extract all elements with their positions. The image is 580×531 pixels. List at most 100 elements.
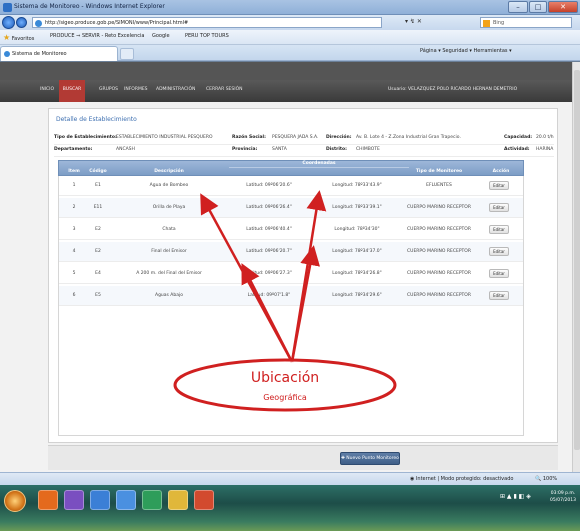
razon-value: PESQUERA JADA S.A. <box>272 135 319 140</box>
tipo-label: Tipo de Establecimiento: <box>54 135 117 140</box>
taskbar-explorer-icon[interactable] <box>168 490 188 510</box>
star-icon: ★ <box>3 33 11 42</box>
cell-tipo: EFLUENTES <box>426 183 452 188</box>
prov-value: SANTA <box>272 147 287 152</box>
table-row: 6 E5 Aguas Abajo Latitud: 09º07'1.8" Lon… <box>59 286 523 306</box>
tray-clock[interactable]: 03:09 p.m. 05/07/2013 <box>548 490 578 504</box>
favorite-link-google[interactable]: Google <box>152 33 170 39</box>
start-button[interactable] <box>4 490 26 512</box>
new-tab-button[interactable] <box>120 48 134 60</box>
cell-item: 2 <box>72 205 76 210</box>
cell-longitud: Longitud: 78º34'26.8" <box>332 271 382 276</box>
taskbar-app-1[interactable] <box>38 490 58 510</box>
col-item[interactable]: Item <box>63 169 85 174</box>
edit-button[interactable]: Editar <box>489 247 509 256</box>
search-input[interactable]: Bing <box>480 17 572 28</box>
forward-button[interactable] <box>16 17 27 28</box>
back-button[interactable] <box>2 16 15 29</box>
prov-label: Provincia: <box>232 147 258 152</box>
cell-tipo: CUERPO MARINO RECEPTOR <box>407 227 471 232</box>
table-row: 1 E1 Agua de Bombeo Latitud: 09º06'20.6"… <box>59 176 523 196</box>
user-label: Usuario: VELAZQUEZ POLO RICARDO HERNAN D… <box>388 87 518 92</box>
depto-label: Departamento: <box>54 147 93 152</box>
cell-item: 4 <box>72 249 76 254</box>
capacidad-value: 20.0 t/h <box>536 135 554 140</box>
actividad-value: HARINA <box>536 147 554 152</box>
cell-item: 3 <box>72 227 76 232</box>
minimize-button[interactable]: – <box>508 1 528 13</box>
direccion-label: Dirección: <box>326 135 352 140</box>
command-bar[interactable]: Página ▾ Seguridad ▾ Herramientas ▾ <box>420 48 512 54</box>
cell-descripcion: Aguas Abajo <box>154 293 183 298</box>
cell-longitud: Longitud: 78º33'39.1" <box>332 205 382 210</box>
refresh-stop-icons[interactable]: ▾ ↯ ✕ <box>405 18 422 25</box>
nav-item-informes[interactable]: INFORMES <box>124 87 148 92</box>
cell-codigo: E5 <box>95 293 101 298</box>
favorite-link-peru-top-tours[interactable]: PERU TOP TOURS <box>185 33 229 39</box>
maximize-button[interactable]: □ <box>529 1 547 13</box>
tipo-value: ESTABLECIMIENTO INDUSTRIAL PESQUERO <box>116 135 213 140</box>
favorite-link-produce[interactable]: PRODUCE ⇒ SERVIR - Reto Excelencia <box>50 33 144 39</box>
scrollbar-thumb[interactable] <box>574 70 580 450</box>
direccion-value: Av. B. Lote 4 - Z.Zona Industrial Gran T… <box>356 135 461 140</box>
cell-item: 6 <box>72 293 76 298</box>
distrito-label: Distrito: <box>326 147 347 152</box>
cell-latitud: Latitud: 09º06'26.4" <box>246 205 292 210</box>
col-accion[interactable]: Acción <box>483 169 519 174</box>
col-tipo-monitoreo[interactable]: Tipo de Monitoreo <box>399 169 479 174</box>
table-row: 2 E11 Orilla de Playa Latitud: 09º06'26.… <box>59 198 523 218</box>
nav-item-cerrar-sesion[interactable]: CERRAR SESIÓN <box>206 87 242 92</box>
status-bar: ◉ Internet | Modo protegido: desactivado… <box>0 472 580 485</box>
cell-tipo: CUERPO MARINO RECEPTOR <box>407 271 471 276</box>
window-titlebar: Sistema de Monitoreo - Windows Internet … <box>0 0 580 15</box>
cell-longitud: Longitud: 78º34'37.0" <box>332 249 382 254</box>
cell-latitud: Latitud: 09º06'27.3" <box>246 271 292 276</box>
edit-button[interactable]: Editar <box>489 203 509 212</box>
security-zone[interactable]: ◉ Internet | Modo protegido: desactivado <box>410 476 513 482</box>
cell-codigo: E2 <box>95 227 101 232</box>
nav-item-administracion[interactable]: ADMINISTRACIÓN <box>156 87 195 92</box>
edit-button[interactable]: Editar <box>489 291 509 300</box>
taskbar-ie-icon[interactable] <box>116 490 136 510</box>
grid-header: Coordenadas Item Código Descripción Tipo… <box>58 160 524 176</box>
edit-button[interactable]: Editar <box>489 181 509 190</box>
cell-item: 1 <box>72 183 76 188</box>
taskbar-app-5[interactable] <box>142 490 162 510</box>
close-button[interactable]: ✕ <box>548 1 578 13</box>
tray-icons[interactable]: ⊞ ▲ ▮ ◧ ◈ <box>500 493 531 500</box>
window-title: Sistema de Monitoreo - Windows Internet … <box>14 3 165 10</box>
nav-item-grupos[interactable]: GRUPOS <box>99 87 118 92</box>
url-input[interactable]: http://sigeo.produce.gob.pe/SIMONI/www/P… <box>32 17 382 28</box>
cell-descripcion: Chata <box>162 227 176 232</box>
cell-codigo: E1 <box>95 183 101 188</box>
callout-title: Ubicación <box>250 370 320 386</box>
depto-value: ANCASH <box>116 147 135 152</box>
edit-button[interactable]: Editar <box>489 269 509 278</box>
cell-tipo: CUERPO MARINO RECEPTOR <box>407 205 471 210</box>
cell-descripcion: A 200 m. del Final del Emisor <box>136 271 202 276</box>
favorites-button[interactable]: ★ Favoritos <box>3 33 34 42</box>
nav-item-inicio[interactable]: INICIO <box>40 87 54 92</box>
nav-item-buscar[interactable]: BUSCAR <box>59 80 85 102</box>
zoom-level[interactable]: 🔍 100% <box>535 476 557 482</box>
taskbar-app-7[interactable] <box>194 490 214 510</box>
taskbar-app-2[interactable] <box>64 490 84 510</box>
col-descripcion[interactable]: Descripción <box>119 169 219 174</box>
tab-sistema-monitoreo[interactable]: Sistema de Monitoreo <box>0 46 118 61</box>
bing-icon <box>483 20 490 27</box>
edit-button[interactable]: Editar <box>489 225 509 234</box>
panel-title: Detalle de Establecimiento <box>56 116 137 123</box>
cell-latitud: Latitud: 09º07'1.8" <box>247 293 291 298</box>
new-monitoring-point-button[interactable]: ✚ Nuevo Punto Monitoreo <box>340 452 400 465</box>
cell-longitud: Longitud: 78º34'29.6" <box>332 293 382 298</box>
info-row-location: Departamento: ANCASH Provincia: SANTA Di… <box>54 147 554 157</box>
col-codigo[interactable]: Código <box>87 169 109 174</box>
taskbar-app-3[interactable] <box>90 490 110 510</box>
cell-tipo: CUERPO MARINO RECEPTOR <box>407 249 471 254</box>
page-scrollbar[interactable] <box>572 62 580 472</box>
address-bar: http://sigeo.produce.gob.pe/SIMONI/www/P… <box>0 15 580 30</box>
favorites-bar: ★ Favoritos PRODUCE ⇒ SERVIR - Reto Exce… <box>0 30 580 45</box>
taskbar <box>0 485 580 531</box>
distrito-value: CHIMBOTE <box>356 147 380 152</box>
page-footer-band <box>48 445 558 470</box>
